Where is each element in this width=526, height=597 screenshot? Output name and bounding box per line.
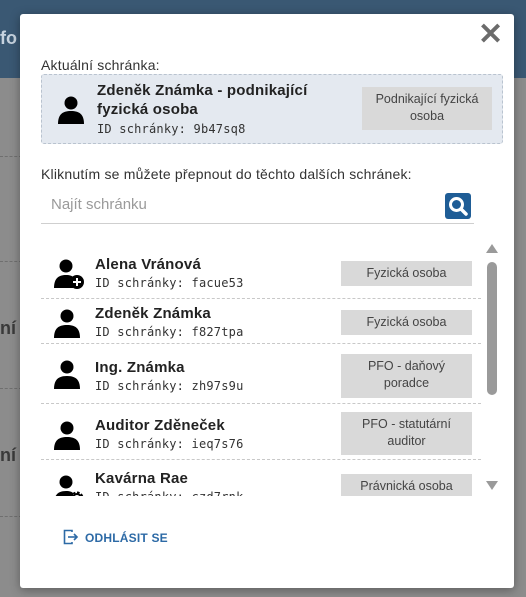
search-input[interactable] — [51, 193, 431, 215]
mailbox-list-item[interactable]: Kavárna Rae ID schránky: czd7rnk Právnic… — [41, 460, 481, 496]
mailbox-name: Ing. Známka — [95, 359, 185, 376]
mailbox-type-badge: Fyzická osoba — [341, 310, 472, 335]
person-icon — [54, 421, 80, 450]
background-header-text: fo — [0, 28, 17, 48]
scroll-up-icon[interactable] — [486, 244, 498, 253]
background-divider — [0, 516, 22, 517]
mailbox-id: ID schránky: czd7rnk — [95, 490, 244, 496]
mailbox-list-item[interactable]: Alena Vránová ID schránky: facue53 Fyzic… — [41, 244, 481, 299]
background-divider — [0, 388, 22, 389]
mailbox-id: ID schránky: facue53 — [95, 276, 244, 290]
mailbox-type-badge: Právnická osoba — [341, 474, 472, 496]
mailbox-name: Kavárna Rae — [95, 470, 189, 487]
mailbox-name: Zdeněk Známka — [95, 305, 211, 322]
scrollbar-thumb[interactable] — [487, 262, 497, 395]
background-divider — [0, 156, 22, 157]
current-mailbox-name: Zdeněk Známka - podnikající fyzická osob… — [97, 82, 308, 118]
mailbox-name: Alena Vránová — [95, 256, 201, 273]
mailbox-list-item[interactable]: Zdeněk Známka ID schránky: f827tpa Fyzic… — [41, 299, 481, 344]
scroll-down-icon[interactable] — [486, 481, 498, 490]
mailbox-type-badge: Fyzická osoba — [341, 261, 472, 286]
mailbox-type-badge: PFO - statutární auditor — [341, 412, 472, 455]
background-text: ní — [0, 445, 16, 465]
mailbox-list-item[interactable]: Ing. Známka ID schránky: zh97s9u PFO - d… — [41, 344, 481, 404]
search-bar — [41, 189, 474, 224]
background-divider — [0, 261, 22, 262]
mailbox-switcher-modal: ✕ Aktuální schránka: Zdeněk Známka - pod… — [20, 14, 514, 588]
mailbox-name: Auditor Zděneček — [95, 417, 225, 434]
search-icon — [449, 197, 468, 216]
switch-mailbox-label: Kliknutím se můžete přepnout do těchto d… — [41, 166, 412, 182]
mailbox-list: Alena Vránová ID schránky: facue53 Fyzic… — [41, 244, 481, 496]
search-button[interactable] — [445, 193, 471, 219]
close-icon[interactable]: ✕ — [478, 20, 503, 50]
mailbox-type-badge: PFO - daňový poradce — [341, 354, 472, 398]
mailbox-id: ID schránky: zh97s9u — [95, 379, 244, 393]
person-add-icon — [54, 259, 84, 289]
logout-icon — [63, 529, 79, 545]
current-mailbox-id: ID schránky: 9b47sq8 — [97, 122, 246, 136]
list-scrollbar[interactable] — [485, 244, 499, 496]
current-mailbox-type-badge: Podnikající fyzická osoba — [362, 87, 492, 130]
mailbox-id: ID schránky: ieq7s76 — [95, 437, 244, 451]
person-gear-icon — [55, 475, 84, 496]
person-icon — [58, 96, 84, 124]
logout-label: ODHLÁSIT SE — [85, 531, 168, 545]
person-icon — [54, 360, 80, 389]
current-mailbox-label: Aktuální schránka: — [41, 57, 160, 73]
background-text: ní — [0, 318, 16, 338]
mailbox-id: ID schránky: f827tpa — [95, 325, 244, 339]
person-icon — [54, 309, 80, 338]
current-mailbox-card: Zdeněk Známka - podnikající fyzická osob… — [41, 74, 503, 144]
mailbox-list-item[interactable]: Auditor Zděneček ID schránky: ieq7s76 PF… — [41, 404, 481, 460]
